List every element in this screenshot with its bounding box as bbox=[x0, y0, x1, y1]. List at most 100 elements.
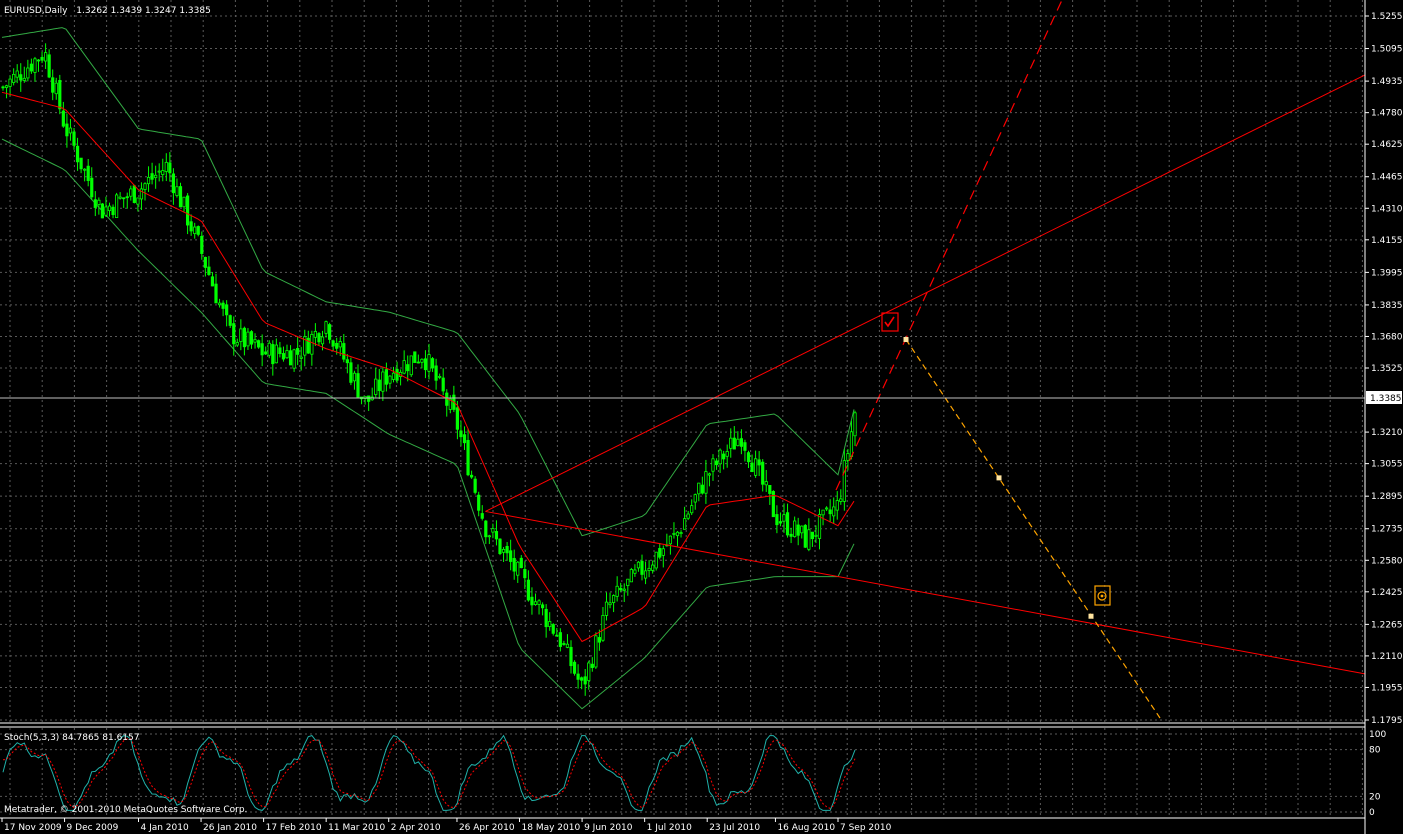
candle-body bbox=[576, 673, 580, 680]
time-axis-label: 17 Feb 2010 bbox=[266, 823, 322, 833]
candle-body bbox=[58, 80, 62, 110]
candle-body bbox=[15, 70, 19, 78]
candle-body bbox=[633, 569, 637, 574]
candle-body bbox=[65, 123, 69, 137]
candle-body bbox=[381, 371, 385, 392]
candle-body bbox=[427, 354, 431, 372]
candle-body bbox=[281, 353, 286, 360]
candle-body bbox=[423, 358, 428, 371]
price-axis-label: 1.3055 bbox=[1371, 460, 1403, 470]
stoch-axis-label: 80 bbox=[1369, 746, 1381, 756]
time-axis-label: 18 May 2010 bbox=[522, 823, 581, 833]
candle-body bbox=[416, 361, 420, 364]
candle-body bbox=[299, 356, 303, 359]
candle-body bbox=[555, 634, 559, 637]
candle-body bbox=[729, 437, 733, 449]
candle-body bbox=[345, 359, 349, 364]
price-axis-label: 1.3680 bbox=[1371, 332, 1403, 342]
candle-body bbox=[683, 518, 687, 530]
candle-body bbox=[164, 161, 168, 172]
candle-body bbox=[115, 194, 119, 218]
candle-body bbox=[668, 535, 673, 545]
candle-body bbox=[118, 196, 122, 199]
candle-body bbox=[839, 498, 843, 502]
candle-body bbox=[615, 585, 619, 597]
candle-body bbox=[214, 283, 218, 304]
chart-window[interactable]: EURUSD,Daily 1.3262 1.3439 1.3247 1.3385… bbox=[0, 0, 1403, 834]
candle-body bbox=[768, 485, 772, 494]
candle-body bbox=[150, 173, 154, 180]
time-axis-label: 9 Dec 2009 bbox=[67, 823, 119, 833]
candle-body bbox=[455, 407, 460, 430]
candle-body bbox=[377, 379, 381, 391]
candle-body bbox=[707, 473, 712, 476]
candle-body bbox=[235, 342, 239, 346]
candle-body bbox=[54, 82, 58, 95]
candle-body bbox=[686, 513, 690, 519]
candle-body bbox=[562, 643, 566, 645]
candle-body bbox=[817, 514, 822, 539]
candle-body bbox=[832, 506, 836, 517]
candle-body bbox=[256, 340, 261, 348]
candle-body bbox=[36, 59, 41, 62]
candle-body bbox=[548, 621, 552, 627]
candle-body bbox=[679, 532, 683, 535]
candle-body bbox=[249, 331, 254, 345]
candle-body bbox=[700, 484, 704, 494]
candle-body bbox=[477, 494, 481, 511]
price-axis-label: 1.3835 bbox=[1371, 301, 1403, 311]
candle-body bbox=[725, 451, 729, 457]
candle-body bbox=[558, 632, 562, 647]
candle-body bbox=[420, 358, 424, 363]
candle-body bbox=[83, 168, 87, 171]
candle-body bbox=[349, 362, 353, 383]
candle-body bbox=[406, 364, 410, 372]
candle-body bbox=[210, 276, 215, 287]
time-axis-label: 26 Apr 2010 bbox=[459, 823, 515, 833]
price-axis-label: 1.2265 bbox=[1371, 620, 1403, 630]
candle-body bbox=[253, 339, 257, 343]
candle-body bbox=[40, 56, 44, 61]
price-axis-label: 1.3525 bbox=[1371, 364, 1403, 374]
candle-body bbox=[594, 635, 598, 668]
price-axis-label: 1.5095 bbox=[1371, 45, 1403, 55]
candle-body bbox=[541, 604, 545, 609]
price-axis-label: 1.4625 bbox=[1371, 140, 1403, 150]
candle-body bbox=[782, 514, 786, 522]
candle-body bbox=[246, 331, 250, 347]
candle-body bbox=[185, 195, 190, 226]
candle-body bbox=[746, 452, 751, 463]
candle-body bbox=[789, 533, 793, 537]
current-price-label: 1.3385 bbox=[1366, 391, 1402, 404]
candle-body bbox=[636, 561, 641, 569]
candle-body bbox=[608, 602, 612, 606]
candle-body bbox=[22, 77, 26, 81]
candle-body bbox=[157, 170, 161, 173]
candle-body bbox=[434, 365, 438, 381]
candle-body bbox=[413, 351, 417, 363]
candle-body bbox=[352, 372, 357, 382]
candle-body bbox=[217, 302, 222, 306]
price-axis-label: 1.1955 bbox=[1371, 683, 1403, 693]
candle-body bbox=[498, 538, 502, 555]
time-axis-label: 16 Aug 2010 bbox=[777, 823, 835, 833]
candle-body bbox=[509, 550, 513, 562]
candle-body bbox=[590, 663, 594, 668]
candle-body bbox=[651, 564, 655, 571]
candle-body bbox=[622, 588, 626, 591]
time-axis-label: 1 Jul 2010 bbox=[647, 823, 692, 833]
price-axis-label: 1.4465 bbox=[1371, 173, 1403, 183]
candle-body bbox=[90, 177, 94, 198]
candle-body bbox=[533, 601, 538, 606]
candle-body bbox=[501, 548, 506, 553]
candle-body bbox=[793, 520, 797, 538]
candle-body bbox=[335, 342, 339, 349]
candle-body bbox=[239, 328, 243, 342]
time-axis-label: 23 Jul 2010 bbox=[709, 823, 760, 833]
candle-body bbox=[93, 199, 97, 208]
candle-body bbox=[72, 131, 76, 146]
candle-body bbox=[264, 351, 268, 355]
candle-body bbox=[761, 461, 765, 485]
candle-body bbox=[580, 677, 584, 681]
candle-body bbox=[12, 73, 16, 83]
